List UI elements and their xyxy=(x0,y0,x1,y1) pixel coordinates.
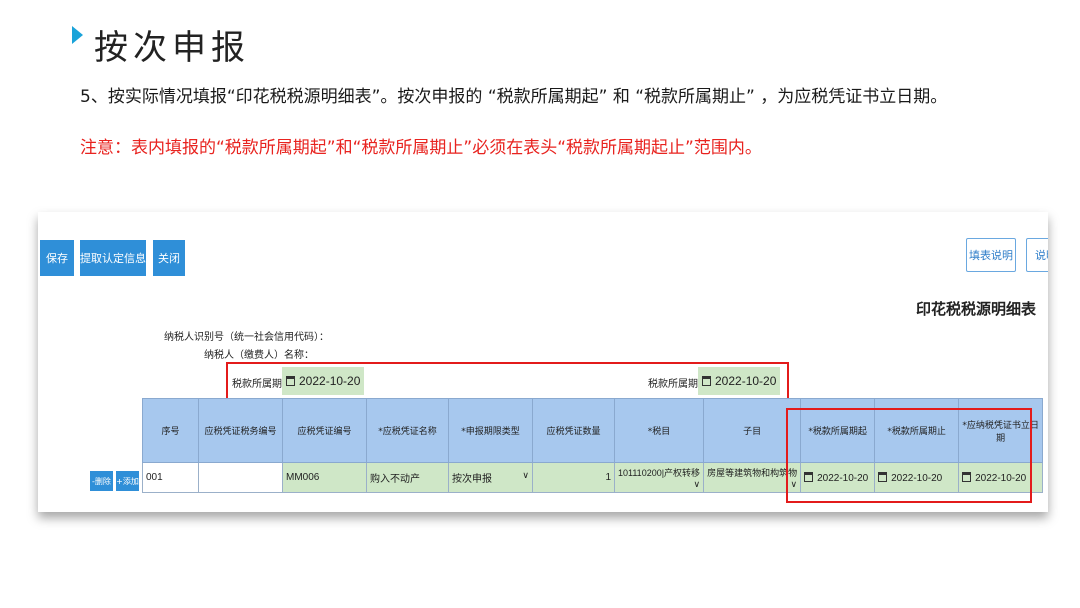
save-button[interactable]: 保存 xyxy=(40,240,74,276)
chevron-down-icon: ∨ xyxy=(522,470,529,480)
cell-seq: 001 xyxy=(142,462,199,493)
form-screenshot: 保存 提取认定信息 关闭 填表说明 说明 印花税税源明细表 纳税人识别号（统一社… xyxy=(38,212,1048,512)
header-voucher-name: *应税凭证名称 xyxy=(366,398,449,463)
header-voucher-no: 应税凭证编号 xyxy=(282,398,367,463)
taxpayer-id-label: 纳税人识别号（统一社会信用代码）： xyxy=(164,332,329,343)
taxpayer-name-label: 纳税人（缴费人）名称： xyxy=(204,350,314,361)
header-tax-item: *税目 xyxy=(613,398,705,463)
fill-help-button[interactable]: 填表说明 xyxy=(966,238,1016,272)
header-period-highlight xyxy=(226,362,789,402)
cell-tax-no[interactable] xyxy=(198,462,283,493)
title-marker-icon xyxy=(72,26,83,44)
tax-item-value: 101110200|产权转移 xyxy=(618,467,701,478)
add-row-button[interactable]: +添加 xyxy=(116,471,139,491)
cell-voucher-no[interactable]: MM006 xyxy=(282,462,367,493)
cell-quantity[interactable]: 1 xyxy=(532,462,615,493)
period-type-value: 按次申报 xyxy=(452,474,492,485)
header-period-type: *申报期限类型 xyxy=(448,398,533,463)
extract-info-button[interactable]: 提取认定信息 xyxy=(80,240,146,276)
delete-row-button[interactable]: -删除 xyxy=(90,471,113,491)
sub-item-value: 房屋等建筑物和构筑物 xyxy=(707,467,798,478)
instruction-paragraph: 5、按实际情况填报“印花税税源明细表”。按次申报的 “税款所属期起” 和 “税款… xyxy=(40,86,1050,108)
form-title: 印花税税源明细表 xyxy=(915,300,1036,318)
header-tax-no: 应税凭证税务编号 xyxy=(198,398,283,463)
instruction-text: 5、按实际情况填报“印花税税源明细表”。按次申报的 “税款所属期起” 和 “税款… xyxy=(80,87,948,107)
period-type-select[interactable]: 按次申报 ∨ xyxy=(448,462,533,493)
tax-item-select[interactable]: 101110200|产权转移 ∨ xyxy=(613,462,705,493)
warning-note: 注意：表内填报的“税款所属期起”和“税款所属期止”必须在表头“税款所属期起止”范… xyxy=(80,138,762,158)
row-period-highlight xyxy=(786,408,1032,503)
chevron-down-icon: ∨ xyxy=(693,478,701,489)
header-quantity: 应税凭证数量 xyxy=(532,398,615,463)
help-button[interactable]: 说明 xyxy=(1026,238,1048,272)
header-seq: 序号 xyxy=(142,398,199,463)
cell-voucher-name[interactable]: 购入不动产 xyxy=(366,462,449,493)
close-button[interactable]: 关闭 xyxy=(153,240,185,276)
slide-title: 按次申报 xyxy=(94,28,250,68)
